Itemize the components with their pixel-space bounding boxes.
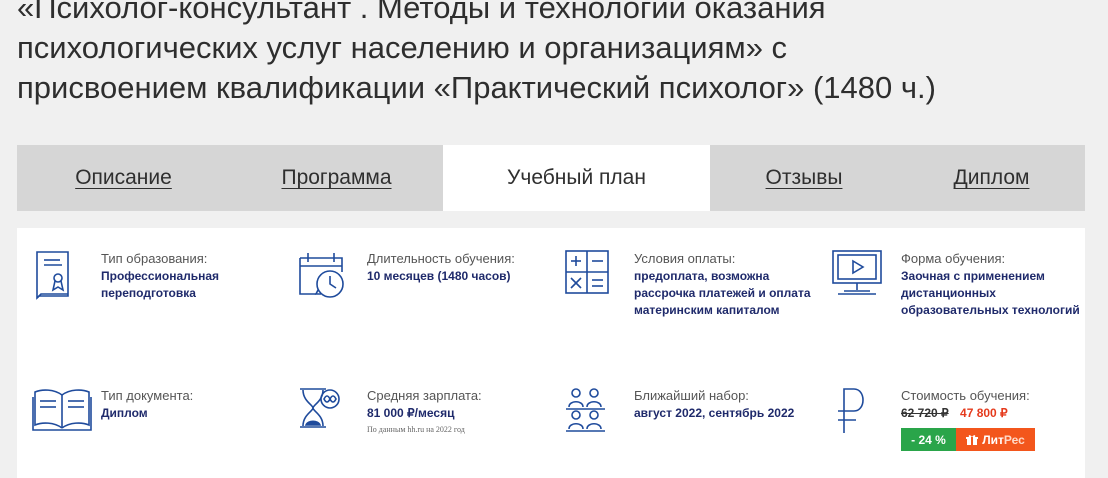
info-label: Длительность обучения: bbox=[367, 251, 515, 266]
info-label: Тип документа: bbox=[101, 388, 194, 403]
info-value: Заочная с применением дистанционных обра… bbox=[901, 269, 1080, 317]
calendar-clock-icon bbox=[298, 250, 358, 310]
tab-curriculum[interactable]: Учебный план bbox=[443, 145, 710, 211]
open-book-icon bbox=[32, 387, 92, 447]
old-price: 62 720 ₽ bbox=[901, 406, 949, 420]
gift-icon bbox=[966, 434, 979, 445]
hourglass-infinity-icon bbox=[298, 387, 358, 447]
price-badges: - 24 % Лит Рес bbox=[901, 428, 1101, 451]
info-value: Профессиональная переподготовка bbox=[101, 269, 220, 300]
new-price: 47 800 ₽ bbox=[960, 406, 1008, 420]
info-value: Диплом bbox=[101, 406, 148, 420]
info-value: предоплата, возможна рассрочка платежей … bbox=[634, 269, 811, 317]
tab-reviews[interactable]: Отзывы bbox=[710, 145, 898, 211]
info-label: Средняя зарплата: bbox=[367, 388, 482, 403]
litres-label-part2: Рес bbox=[1003, 432, 1025, 447]
certificate-icon bbox=[32, 250, 92, 310]
info-value: август 2022, сентябрь 2022 bbox=[634, 406, 795, 420]
info-value: 10 месяцев (1480 часов) bbox=[367, 269, 511, 283]
ruble-icon bbox=[832, 387, 892, 447]
tab-label: Описание bbox=[75, 166, 172, 189]
info-value: 81 000 ₽/месяц bbox=[367, 406, 455, 420]
calculator-icon bbox=[565, 250, 625, 310]
tab-description[interactable]: Описание bbox=[17, 145, 230, 211]
litres-label-part1: Лит bbox=[982, 432, 1004, 447]
tab-diploma[interactable]: Диплом bbox=[898, 145, 1085, 211]
info-label: Стоимость обучения: bbox=[901, 388, 1030, 403]
tab-label: Диплом bbox=[953, 166, 1030, 189]
price-row: 62 720 ₽ 47 800 ₽ bbox=[901, 405, 1101, 422]
course-tabs: Описание Программа Учебный план Отзывы Д… bbox=[17, 145, 1085, 211]
info-label: Условия оплаты: bbox=[634, 251, 736, 266]
info-label: Тип образования: bbox=[101, 251, 208, 266]
group-people-icon bbox=[565, 387, 625, 447]
discount-badge: - 24 % bbox=[901, 428, 956, 451]
salary-source-note: По данным hh.ru на 2022 год bbox=[367, 425, 465, 434]
info-label: Форма обучения: bbox=[901, 251, 1006, 266]
litres-badge[interactable]: Лит Рес bbox=[956, 428, 1035, 451]
course-title: «Психолог-консультант . Методы и техноло… bbox=[17, 0, 936, 105]
tab-program[interactable]: Программа bbox=[230, 145, 443, 211]
monitor-play-icon bbox=[832, 250, 892, 310]
tab-label: Отзывы bbox=[765, 166, 843, 189]
course-info-panel: Тип образования: Профессиональная перепо… bbox=[17, 228, 1085, 478]
tab-label: Программа bbox=[281, 166, 392, 189]
info-label: Ближайший набор: bbox=[634, 388, 749, 403]
tab-label: Учебный план bbox=[507, 166, 646, 189]
